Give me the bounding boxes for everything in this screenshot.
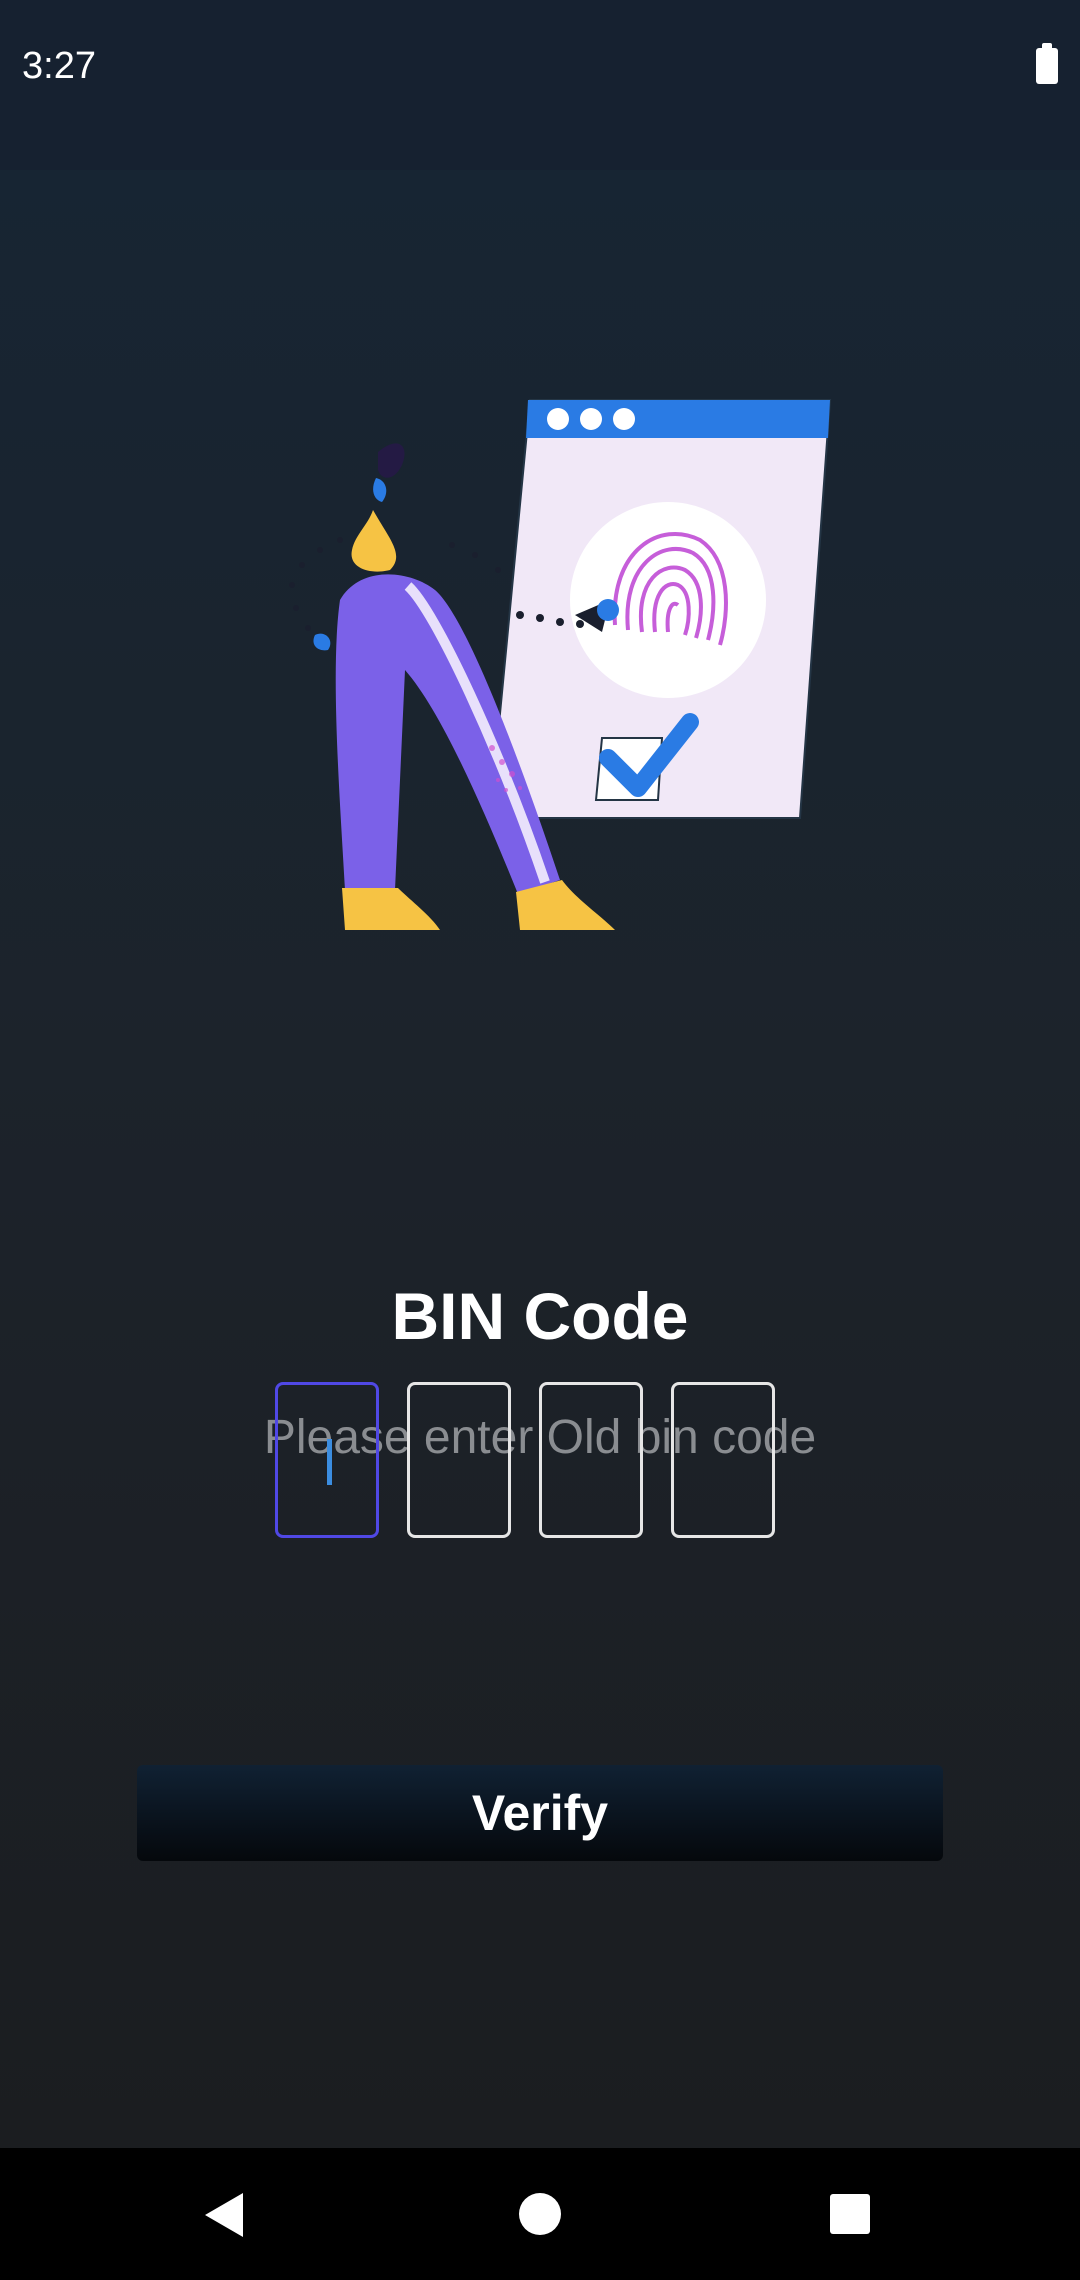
text-cursor (327, 1439, 332, 1485)
pin-box-3[interactable] (539, 1382, 643, 1538)
figure-left-foot (342, 888, 440, 930)
page-title: BIN Code (391, 1279, 689, 1353)
pen-dot (597, 599, 619, 621)
home-icon[interactable] (519, 2193, 561, 2235)
browser-titlebar-shape (526, 400, 830, 438)
back-icon[interactable] (205, 2193, 243, 2237)
figure-head-shape (378, 443, 405, 478)
pin-box-1[interactable] (275, 1382, 379, 1538)
window-dot-2 (580, 408, 602, 430)
status-bar: 3:27 (0, 0, 1080, 170)
figure-drop-shape (373, 478, 387, 502)
navigation-bar (0, 2148, 1080, 2280)
battery-icon (1036, 43, 1058, 84)
fingerprint-circle (570, 502, 766, 698)
figure-hand-shape (313, 633, 331, 651)
window-dot-1 (547, 408, 569, 430)
recents-icon[interactable] (830, 2194, 870, 2234)
window-dot-3 (613, 408, 635, 430)
pin-box-2[interactable] (407, 1382, 511, 1538)
figure-flame-shape (351, 510, 397, 572)
verify-button[interactable]: Verify (137, 1765, 943, 1861)
pin-box-4[interactable] (671, 1382, 775, 1538)
status-time: 3:27 (22, 45, 96, 87)
fingerprint-verification-illustration (289, 399, 832, 930)
pin-input-row (275, 1382, 805, 1544)
